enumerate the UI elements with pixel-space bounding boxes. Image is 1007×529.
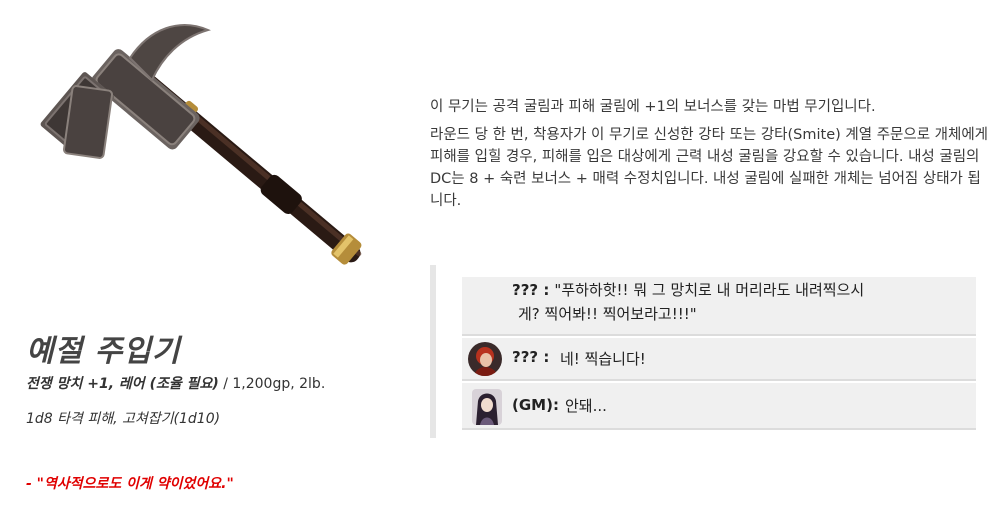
chat-message: (GM): 안돼...	[462, 383, 976, 430]
chat-text-continued: 게? 찍어봐!! 찍어보라고!!!"	[518, 305, 697, 323]
item-type-rarity: 전쟁 망치 +1, 레어 (조율 필요)	[26, 376, 219, 392]
item-type-line: 전쟁 망치 +1, 레어 (조율 필요) / 1,200gp, 2lb.	[26, 373, 325, 393]
description-paragraph-2: 라운드 당 한 번, 착용자가 이 무기로 신성한 강타 또는 강타(Smite…	[430, 127, 989, 209]
chat-speaker: ??? :	[512, 348, 550, 366]
description-paragraph-1: 이 무기는 공격 굴림과 피해 굴림에 +1의 보너스를 갖는 마법 무기입니다…	[430, 99, 876, 115]
gm-character-avatar	[472, 389, 502, 425]
item-price-weight: / 1,200gp, 2lb.	[218, 376, 326, 392]
chat-left-bar	[430, 265, 436, 438]
chat-speaker: (GM):	[512, 396, 559, 414]
item-title: 예절 주입기	[26, 334, 181, 369]
chat-text: 안돼...	[565, 397, 607, 415]
item-description: 이 무기는 공격 굴림과 피해 굴림에 +1의 보너스를 갖는 마법 무기입니다…	[430, 96, 990, 218]
red-haired-character-avatar	[468, 342, 502, 376]
chat-speaker: ??? :	[512, 281, 550, 299]
warhammer-illustration	[40, 24, 362, 265]
chat-message: ??? : 네! 찍습니다!	[462, 338, 976, 381]
flavor-quote: - "역사적으로도 이게 약이었어요."	[26, 476, 234, 492]
chat-dialogue: ??? : "푸하하핫!! 뭐 그 망치로 내 머리라도 내려찍으시 게? 찍어…	[462, 277, 976, 430]
chat-text: 네! 찍습니다!	[560, 350, 646, 368]
chat-message: ??? : "푸하하핫!! 뭐 그 망치로 내 머리라도 내려찍으시 게? 찍어…	[462, 277, 976, 336]
chat-text: "푸하하핫!! 뭐 그 망치로 내 머리라도 내려찍으시	[554, 281, 865, 299]
item-damage: 1d8 타격 피해, 고쳐잡기(1d10)	[26, 411, 221, 427]
